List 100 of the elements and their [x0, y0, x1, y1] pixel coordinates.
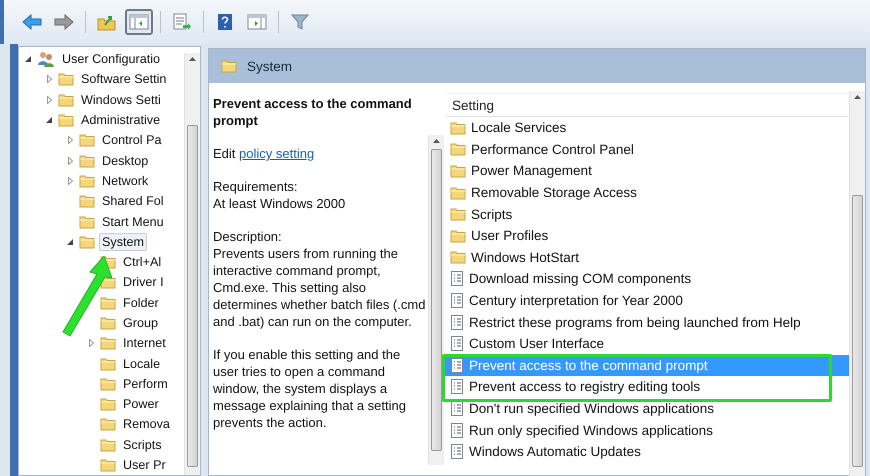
folder-icon — [100, 336, 116, 350]
folder-icon — [100, 376, 116, 391]
panel-title: System — [247, 58, 292, 74]
setting-row[interactable]: Removable Storage Access — [444, 182, 849, 204]
setting-row[interactable]: Locale Services — [444, 117, 849, 139]
policy-icon — [450, 336, 464, 352]
collapsed-arrow-icon[interactable] — [68, 176, 72, 185]
tree-item[interactable]: Software Settin — [78, 70, 170, 88]
setting-row[interactable]: Windows HotStart — [444, 246, 849, 268]
tree-item[interactable]: User Configuratio — [59, 50, 163, 68]
policy-icon — [450, 444, 464, 460]
folder-icon — [79, 133, 95, 148]
setting-row[interactable]: Windows Automatic Updates — [444, 440, 849, 462]
folder-icon — [450, 250, 466, 264]
setting-row[interactable]: Don't run specified Windows applications — [444, 398, 849, 420]
setting-row[interactable]: Restrict these programs from being launched from Help — [444, 311, 849, 333]
expanded-arrow-icon[interactable] — [46, 117, 52, 124]
policy-icon — [450, 358, 464, 373]
setting-row[interactable]: Performance Control Panel — [444, 138, 849, 160]
scrollbar[interactable] — [184, 53, 200, 475]
expanded-arrow-icon[interactable] — [25, 56, 31, 62]
folder-icon — [79, 214, 95, 229]
scroll-up-arrow-icon[interactable] — [854, 95, 861, 99]
collapsed-arrow-icon[interactable] — [46, 75, 52, 84]
panel-toggle-button[interactable] — [125, 9, 153, 35]
users-icon — [37, 51, 55, 68]
tree-item[interactable]: Start Menu — [99, 212, 167, 231]
requirements-text: Requirements: At least Windows 2000 — [213, 178, 346, 212]
filter-icon — [291, 13, 309, 31]
setting-row[interactable]: Scripts — [444, 203, 849, 225]
tree-item[interactable]: Desktop — [99, 152, 152, 170]
folder-icon — [100, 296, 116, 310]
description-text: Description: Prevents users from running the interactive command prompt, Cmd.exe. This setting also determines whether batch files (.cmd and .bat) can run on the computer. — [213, 228, 426, 330]
setting-row[interactable]: Download missing COM components — [444, 268, 849, 290]
setting-row[interactable]: Century interpretation for Year 2000 — [444, 290, 849, 312]
folder-icon — [450, 142, 466, 156]
setting-row[interactable]: User Profiles — [444, 224, 849, 247]
scrollbar[interactable] — [849, 91, 865, 476]
tree-item[interactable]: Power — [120, 395, 162, 414]
toolbar-separator — [85, 11, 86, 33]
policy-heading: Prevent access to the command prompt — [213, 95, 413, 129]
properties-pane-icon — [247, 14, 267, 30]
tree-item[interactable]: Windows Setti — [78, 90, 164, 109]
tree-item[interactable]: Group — [120, 314, 162, 332]
tree-item[interactable]: Ctrl+Al — [120, 253, 164, 272]
folder-icon — [100, 458, 116, 472]
description-text: If you enable this setting and the user tries to open a command window, the system displays a message explaining that a setting prevents the action. — [213, 346, 407, 431]
tree-item[interactable]: Administrative — [78, 111, 164, 130]
setting-row[interactable]: Custom User Interface — [444, 332, 849, 355]
setting-row[interactable]: Prevent access to registry editing tools — [444, 376, 849, 398]
expanded-arrow-icon[interactable] — [67, 238, 73, 245]
toolbar-separator — [278, 11, 279, 33]
tree-item[interactable]: Folder — [120, 294, 162, 312]
policy-icon — [450, 293, 464, 308]
policy-setting-link[interactable]: policy setting — [239, 146, 314, 161]
folder-icon — [450, 207, 466, 222]
policy-icon — [450, 379, 464, 394]
tree-item[interactable]: Driver I — [120, 273, 167, 292]
collapsed-arrow-icon[interactable] — [68, 156, 72, 165]
tree-item[interactable]: Perform — [120, 374, 171, 393]
tree-item[interactable]: Network — [99, 172, 152, 190]
folder-icon — [450, 186, 466, 200]
folder-icon — [100, 316, 116, 330]
folder-icon — [100, 397, 116, 412]
help-icon — [217, 13, 233, 31]
folder-icon — [100, 356, 116, 371]
toolbar-separator — [203, 11, 204, 33]
policy-icon — [450, 314, 464, 330]
tree-item[interactable]: Control Pa — [99, 131, 165, 150]
tree-item[interactable]: System — [99, 232, 147, 251]
tree-item[interactable]: Scripts — [120, 436, 164, 454]
folder-icon — [58, 72, 74, 86]
setting-row[interactable]: Run only specified Windows applications — [444, 419, 849, 441]
scroll-up-arrow-icon[interactable] — [433, 139, 440, 143]
collapsed-arrow-icon[interactable] — [68, 136, 72, 144]
folder-icon — [58, 113, 74, 128]
policy-icon — [450, 271, 464, 286]
back-arrow-icon — [22, 14, 42, 30]
tree-item[interactable]: User Pr — [120, 456, 169, 474]
folder-icon — [100, 417, 116, 432]
panel-toggle-icon — [129, 14, 149, 30]
tree-item[interactable]: Remova — [120, 415, 173, 434]
folder-icon — [79, 154, 95, 168]
setting-row[interactable]: Power Management — [444, 160, 849, 182]
folder-up-icon — [97, 13, 117, 31]
folder-icon — [79, 194, 95, 208]
collapsed-arrow-icon[interactable] — [46, 96, 52, 104]
tree-item[interactable]: Locale — [120, 354, 164, 373]
folder-icon — [100, 438, 116, 452]
tree-item[interactable]: Shared Fol — [99, 192, 167, 210]
forward-arrow-icon — [54, 14, 74, 30]
tree-item[interactable]: Internet — [120, 334, 169, 352]
folder-icon — [79, 174, 95, 188]
column-header[interactable]: Setting — [446, 93, 849, 117]
edit-label: Edit — [213, 146, 236, 161]
scrollbar[interactable] — [428, 135, 444, 465]
scroll-up-arrow-icon[interactable] — [189, 57, 196, 61]
export-list-icon — [172, 13, 192, 31]
collapsed-arrow-icon[interactable] — [88, 339, 94, 348]
folder-icon — [450, 120, 466, 135]
